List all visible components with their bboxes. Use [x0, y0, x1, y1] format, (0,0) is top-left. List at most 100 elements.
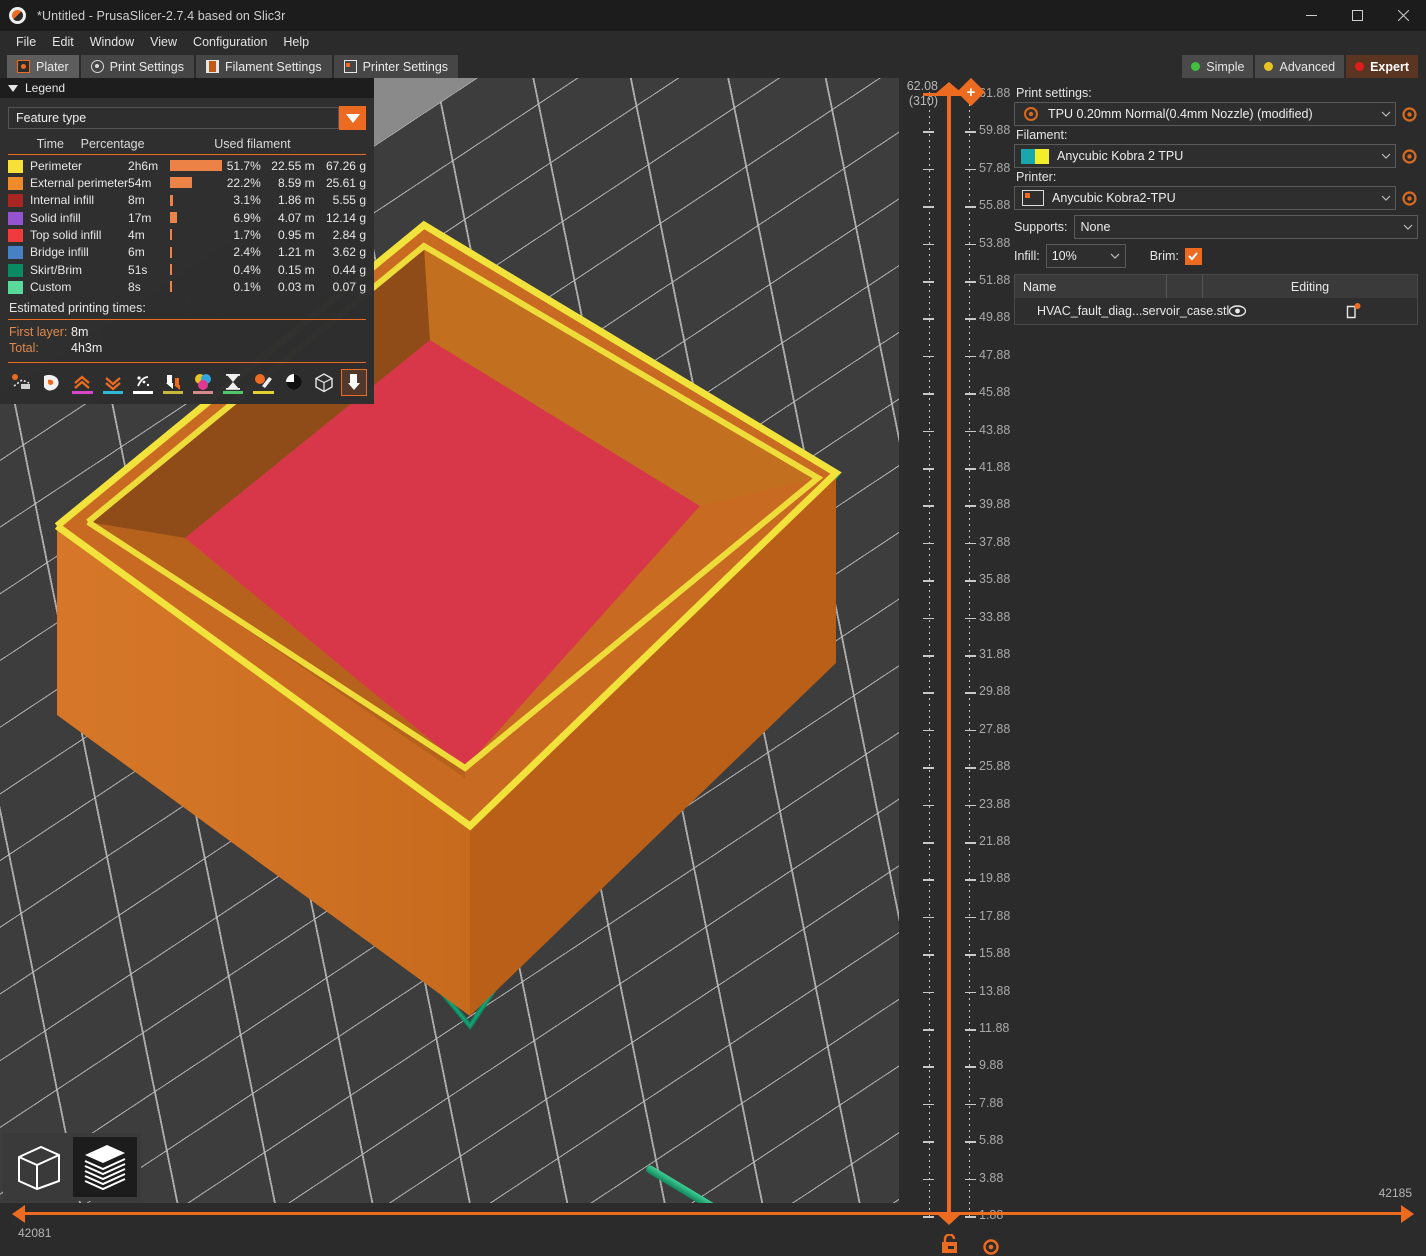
layer-tick-mark [965, 730, 976, 732]
layer-tick-mark [923, 356, 934, 358]
print-settings-gear-icon[interactable] [1401, 106, 1418, 123]
tool-change-icon[interactable] [161, 370, 185, 395]
layer-tick-mark [923, 468, 934, 470]
legend-row[interactable]: Top solid infill4m1.7%0.95 m2.84 g [0, 226, 374, 243]
supports-combo[interactable]: None [1074, 215, 1418, 239]
legend-feature-grams: 12.14 g [323, 209, 374, 226]
collapse-caret-icon[interactable] [8, 85, 18, 92]
wipe-underline [133, 391, 153, 394]
legend-row[interactable]: Skirt/Brim51s0.4%0.15 m0.44 g [0, 261, 374, 278]
tab-plater[interactable]: Plater [7, 55, 79, 78]
menu-window[interactable]: Window [82, 33, 142, 51]
legend-row[interactable]: External perimeter54m22.2%8.59 m25.61 g [0, 174, 374, 191]
mode-simple[interactable]: Simple [1182, 55, 1253, 78]
moves-slider[interactable] [0, 1203, 899, 1256]
layer-slider-top-layer: (310) [907, 94, 938, 109]
tab-print-settings[interactable]: Print Settings [81, 55, 194, 78]
legend-row[interactable]: Perimeter2h6m51.7%22.55 m67.26 g [0, 157, 374, 174]
menu-help[interactable]: Help [275, 33, 317, 51]
retractions-icon[interactable] [40, 370, 64, 395]
add-color-change-icon[interactable]: + [957, 78, 985, 106]
filament-row: Anycubic Kobra 2 TPU [1014, 144, 1418, 168]
tab-printer-settings[interactable]: Printer Settings [334, 55, 458, 78]
shells-icon[interactable] [282, 370, 306, 395]
custom-gcode-icon[interactable] [251, 370, 275, 395]
layer-slider-rail[interactable] [947, 90, 951, 1220]
brim-checkbox[interactable] [1185, 248, 1202, 265]
table-row[interactable]: HVAC_fault_diag...servoir_case.stl [1015, 298, 1417, 324]
mode-advanced[interactable]: Advanced [1255, 55, 1344, 78]
filament-color-swatch [1021, 149, 1049, 164]
legend-feature-name: Skirt/Brim [23, 261, 128, 278]
menu-configuration[interactable]: Configuration [185, 33, 275, 51]
legend-row[interactable]: Bridge infill6m2.4%1.21 m3.62 g [0, 244, 374, 261]
layer-tick-mark [923, 393, 934, 395]
layer-tick-mark [923, 505, 934, 507]
travel-icon[interactable] [10, 370, 34, 395]
view-mode-toggle [3, 1133, 141, 1201]
tool-change-underline [163, 391, 183, 394]
tab-filament-settings[interactable]: Filament Settings [196, 55, 332, 78]
3d-editor-view-icon[interactable] [7, 1137, 71, 1197]
total-time-value: 4h3m [71, 341, 102, 355]
legend-feature-bar [170, 278, 227, 295]
preview-layers-icon[interactable] [73, 1137, 137, 1197]
legend-table: Time Percentage Used filament [0, 136, 374, 154]
eye-icon[interactable] [1229, 305, 1246, 317]
filament-gear-icon[interactable] [1401, 148, 1418, 165]
object-col-visibility [1166, 275, 1202, 298]
chevron-down-icon [346, 114, 360, 123]
seams-up-icon[interactable] [70, 370, 94, 395]
gear-icon[interactable] [982, 1238, 1000, 1256]
layer-tick-label: 19.88 [979, 871, 1010, 885]
printer-combo[interactable]: Anycubic Kobra2-TPU [1014, 186, 1396, 210]
legend-cube-icon[interactable] [312, 370, 336, 395]
legend-feature-meters: 1.86 m [271, 192, 323, 209]
chevron-down-icon[interactable] [1403, 222, 1413, 232]
infill-combo[interactable]: 10% [1046, 244, 1126, 268]
maximize-button[interactable] [1334, 0, 1380, 31]
mode-selector: Simple Advanced Expert [1180, 55, 1426, 78]
menu-view[interactable]: View [142, 33, 185, 51]
legend-feature-bar [170, 244, 227, 261]
moves-slider-rail[interactable] [16, 1212, 1410, 1215]
chevron-down-icon[interactable] [1110, 251, 1120, 261]
legend-color-swatch [8, 264, 23, 277]
legend-row[interactable]: Internal infill8m3.1%1.86 m5.55 g [0, 192, 374, 209]
chevron-down-icon[interactable] [1381, 193, 1391, 203]
chevron-down-icon[interactable] [1381, 151, 1391, 161]
printer-gear-icon[interactable] [1401, 190, 1418, 207]
color-change-icon[interactable] [191, 370, 215, 395]
filament-settings-icon [206, 60, 219, 73]
menu-edit[interactable]: Edit [44, 33, 82, 51]
view-type-dropdown-button[interactable] [339, 106, 366, 130]
tab-print-settings-label: Print Settings [110, 60, 184, 74]
layer-tick-mark [965, 505, 976, 507]
legend-header[interactable]: Legend [0, 78, 374, 98]
legend-feature-percentage: 2.4% [227, 244, 271, 261]
legend-row[interactable]: Solid infill17m6.9%4.07 m12.14 g [0, 209, 374, 226]
legend-color-swatch [8, 281, 23, 294]
layer-tick-mark [965, 1066, 976, 1068]
menu-file[interactable]: File [8, 33, 44, 51]
chevron-down-icon[interactable] [1381, 109, 1391, 119]
legend-row[interactable]: Custom8s0.1%0.03 m0.07 g [0, 278, 374, 295]
printer-row: Anycubic Kobra2-TPU [1014, 186, 1418, 210]
seams-down-icon[interactable] [101, 370, 125, 395]
estimated-times-title: Estimated printing times: [0, 296, 374, 318]
legend-feature-grams: 2.84 g [323, 226, 374, 243]
view-type-combo[interactable]: Feature type [8, 107, 339, 129]
extruder-icon[interactable] [342, 370, 366, 395]
layer-slider[interactable]: 62.08 (310) 61.8859.8857.8855.8853.8851.… [899, 78, 1006, 1256]
layer-tick-mark [923, 805, 934, 807]
minimize-button[interactable] [1288, 0, 1334, 31]
lock-icon[interactable] [939, 1234, 961, 1254]
object-settings-icon[interactable] [1246, 303, 1426, 319]
print-settings-combo[interactable]: TPU 0.20mm Normal(0.4mm Nozzle) (modifie… [1014, 102, 1396, 126]
wipe-icon[interactable] [131, 370, 155, 395]
infill-label: Infill: [1014, 249, 1040, 263]
close-button[interactable] [1380, 0, 1426, 31]
mode-expert[interactable]: Expert [1346, 55, 1418, 78]
filament-combo[interactable]: Anycubic Kobra 2 TPU [1014, 144, 1396, 168]
pause-print-icon[interactable] [221, 370, 245, 395]
